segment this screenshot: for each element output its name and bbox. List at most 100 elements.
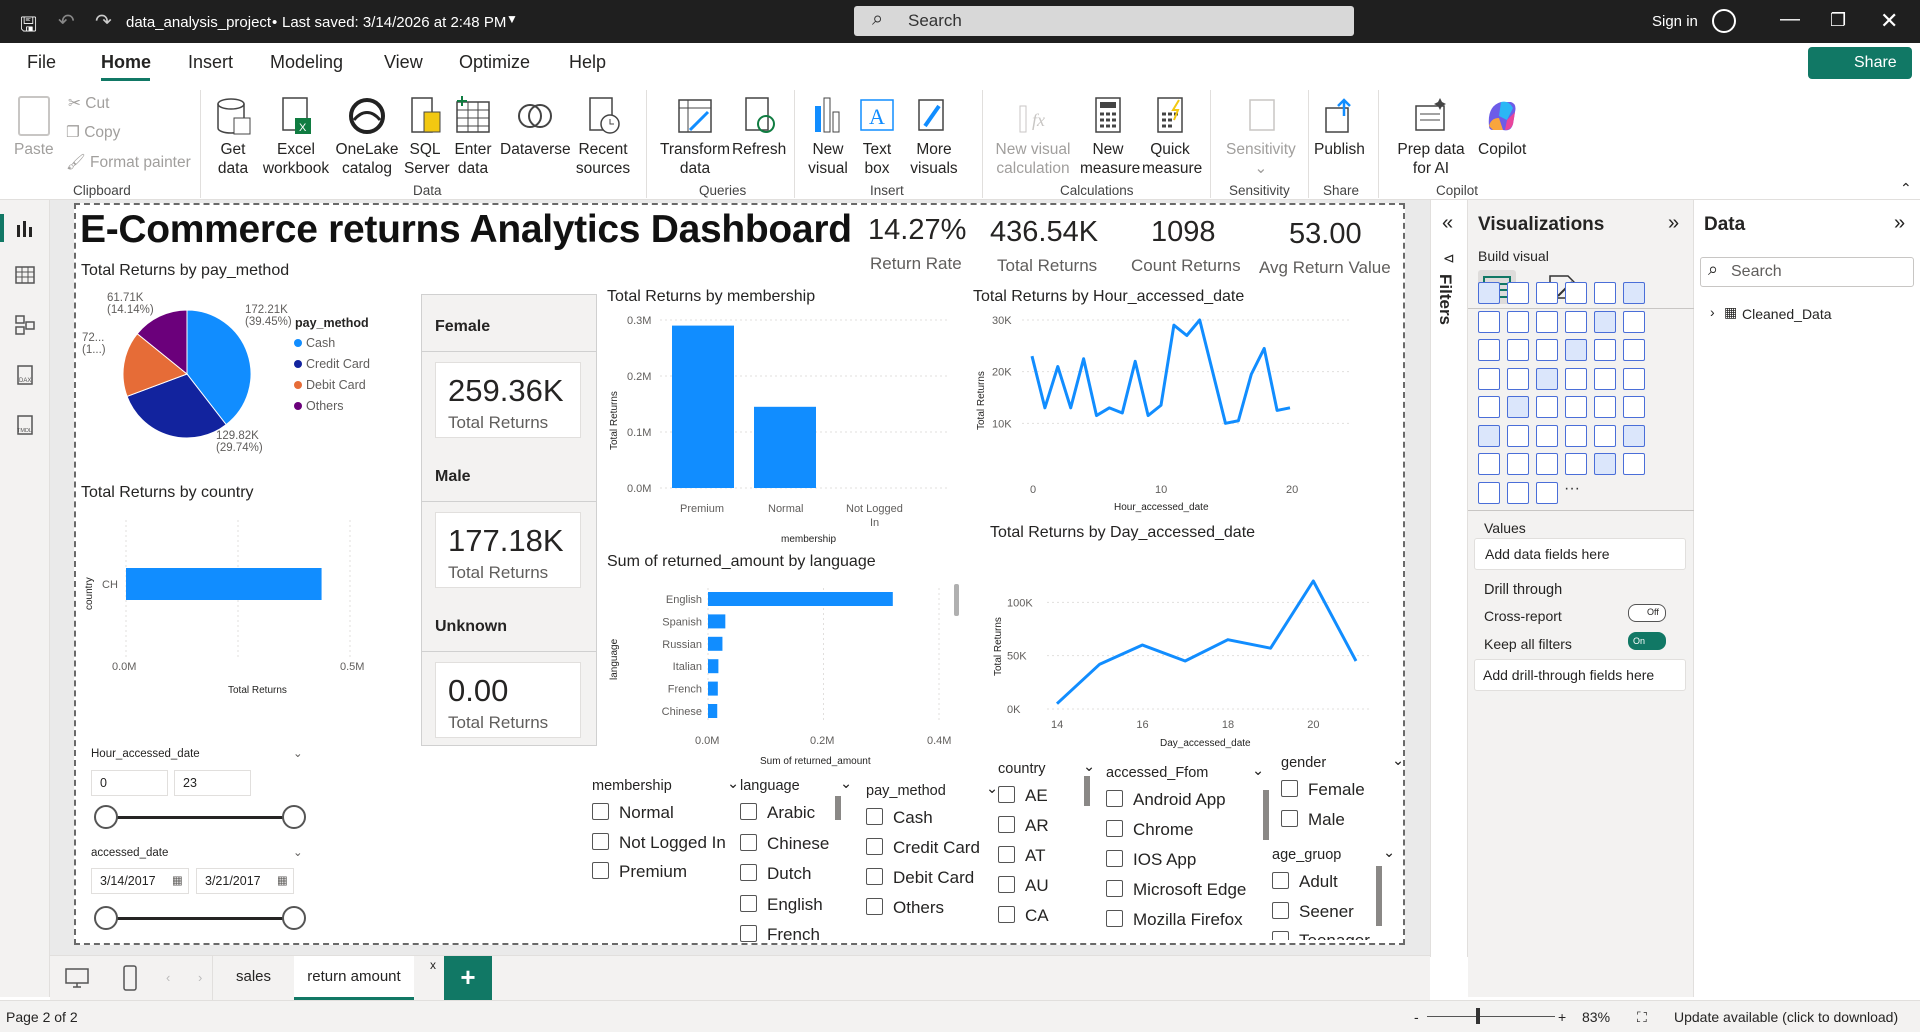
- multi-card-visual-icon[interactable]: [1478, 396, 1500, 418]
- country-option[interactable]: AE: [998, 786, 1048, 806]
- filters-pane-collapsed[interactable]: « ⊲ Filters: [1430, 200, 1468, 957]
- copy-button[interactable]: ❐ Copy: [66, 123, 120, 142]
- funnel-visual-icon[interactable]: [1536, 339, 1558, 361]
- hour-min-input[interactable]: 0: [91, 770, 168, 796]
- accessed-from-option[interactable]: Mozilla Firefox: [1106, 910, 1243, 930]
- paginated-visual-icon[interactable]: [1623, 424, 1645, 447]
- 100-column-visual-icon[interactable]: [1623, 282, 1645, 304]
- data-table-cleaned[interactable]: Cleaned_Data: [1742, 306, 1832, 322]
- bar-normal[interactable]: [754, 406, 816, 488]
- zoom-slider-handle[interactable]: [1476, 1008, 1480, 1024]
- gender-option[interactable]: Female: [1281, 780, 1365, 800]
- bar-english[interactable]: [708, 592, 893, 606]
- more-visuals-button[interactable]: More visuals: [902, 96, 966, 178]
- filled-map-visual-icon[interactable]: [1536, 367, 1558, 390]
- cross-report-toggle[interactable]: Off: [1628, 604, 1666, 622]
- new-visual-button[interactable]: New visual: [808, 96, 848, 178]
- fit-page-icon[interactable]: ⛶: [1637, 1009, 1647, 1026]
- recent-sources-button[interactable]: Recent sources: [571, 96, 635, 178]
- slicer-scrollbar[interactable]: [1084, 776, 1090, 806]
- more-visuals-icon[interactable]: ···: [1564, 480, 1580, 498]
- chevron-down-icon[interactable]: ⌄: [293, 845, 303, 859]
- signin-link[interactable]: Sign in: [1652, 13, 1698, 30]
- date-slider-from-handle[interactable]: [94, 906, 118, 930]
- menu-file[interactable]: File: [27, 52, 56, 73]
- chevron-down-icon[interactable]: ⌄: [840, 776, 852, 792]
- quick-measure-button[interactable]: Quick measure: [1142, 96, 1202, 178]
- membership-bar-chart[interactable]: 0.0M 0.1M 0.2M 0.3M Premium Normal Not Logged I…: [605, 310, 965, 550]
- menu-view[interactable]: View: [384, 52, 423, 73]
- copilot-button[interactable]: Copilot: [1478, 96, 1526, 159]
- country-option[interactable]: AU: [998, 876, 1049, 896]
- language-scrollbar[interactable]: [954, 584, 959, 616]
- bar-CH[interactable]: [126, 568, 322, 600]
- accessed-from-option[interactable]: IOS App: [1106, 850, 1196, 870]
- close-tab-icon[interactable]: x: [430, 958, 436, 972]
- clustered-column-visual-icon[interactable]: [1565, 282, 1587, 304]
- refresh-button[interactable]: Refresh: [732, 96, 786, 159]
- narrative-visual-icon[interactable]: [1594, 424, 1616, 447]
- transform-data-button[interactable]: Transform data: [660, 96, 730, 178]
- chevron-down-icon[interactable]: ⌄: [1083, 759, 1095, 775]
- collapse-ribbon-icon[interactable]: ⌃: [1900, 180, 1912, 197]
- language-option[interactable]: English: [740, 895, 823, 915]
- hour-slider-min-handle[interactable]: [94, 805, 118, 829]
- sql-server-button[interactable]: SQL Server: [404, 96, 450, 178]
- waterfall-visual-icon[interactable]: [1507, 339, 1529, 361]
- calendar-icon[interactable]: ▦: [172, 873, 183, 887]
- line-clustered-visual-icon[interactable]: [1623, 310, 1645, 333]
- key-influencers-visual-icon[interactable]: [1507, 424, 1529, 447]
- language-option[interactable]: Arabic: [740, 803, 815, 823]
- ribbon-visual-icon[interactable]: [1478, 339, 1500, 361]
- slicer-scrollbar[interactable]: [1376, 866, 1382, 926]
- language-option[interactable]: Dutch: [740, 864, 811, 884]
- qa-visual-icon[interactable]: [1565, 424, 1587, 447]
- r-visual-visual-icon[interactable]: [1623, 396, 1645, 418]
- pay-method-option[interactable]: Debit Card: [866, 868, 974, 888]
- mobile-layout-icon[interactable]: [122, 964, 138, 992]
- project-name[interactable]: data_analysis_project: [126, 14, 271, 31]
- collapse-data-icon[interactable]: »: [1894, 212, 1905, 235]
- slicer-scrollbar[interactable]: [1263, 790, 1269, 840]
- stacked-area-visual-icon[interactable]: [1536, 310, 1558, 333]
- membership-option[interactable]: Premium: [592, 862, 687, 882]
- chevron-down-icon[interactable]: ⌄: [293, 746, 303, 760]
- legend-item[interactable]: Debit Card: [294, 378, 370, 399]
- get-data-button[interactable]: Get data: [212, 96, 254, 178]
- table-visual-icon[interactable]: [1565, 396, 1587, 418]
- age-group-option[interactable]: Teenager: [1272, 931, 1370, 940]
- next-page-icon[interactable]: ›: [198, 970, 202, 985]
- zoom-out-button[interactable]: -: [1414, 1009, 1419, 1025]
- country-option[interactable]: AR: [998, 816, 1049, 836]
- save-icon[interactable]: 🖫: [20, 10, 37, 44]
- decomposition-tree-visual-icon[interactable]: [1536, 424, 1558, 447]
- hour-max-input[interactable]: 23: [174, 770, 251, 796]
- date-slider-to-handle[interactable]: [282, 906, 306, 930]
- scatter-visual-icon[interactable]: [1565, 339, 1587, 361]
- legend-item[interactable]: Credit Card: [294, 357, 370, 378]
- clustered-bar-visual-icon[interactable]: [1536, 282, 1558, 304]
- python-visual-visual-icon[interactable]: [1478, 424, 1500, 447]
- new-visual-calc-button[interactable]: fx New visual calculation: [990, 96, 1076, 178]
- line-visual-icon[interactable]: [1478, 310, 1500, 333]
- hour-slider-max-handle[interactable]: [282, 805, 306, 829]
- chevron-down-icon[interactable]: ⌄: [727, 776, 739, 792]
- redo-icon[interactable]: ↷: [95, 9, 112, 34]
- accessed-from-option[interactable]: Microsoft Edge: [1106, 880, 1246, 900]
- data-search-input[interactable]: Search: [1700, 257, 1914, 287]
- country-option[interactable]: CA: [998, 906, 1049, 926]
- membership-option[interactable]: Not Logged In: [592, 833, 726, 853]
- hour-line-chart[interactable]: 10K 20K 30K 0 10 20 Hour_accessed_date Total Re…: [970, 310, 1390, 520]
- area-visual-icon[interactable]: [1507, 310, 1529, 333]
- bar-chinese[interactable]: [708, 704, 718, 718]
- chevron-down-icon[interactable]: ⌄: [1392, 753, 1404, 769]
- country-bar-chart[interactable]: CH 0.0M 0.5M Total Returns country: [80, 510, 380, 710]
- image-visual-icon[interactable]: [1623, 453, 1645, 475]
- cut-button[interactable]: ✂ Cut: [68, 94, 109, 113]
- language-bar-chart[interactable]: English Spanish Russian Italian French Chines…: [605, 580, 965, 770]
- line-column-visual-icon[interactable]: [1594, 310, 1616, 333]
- update-notice[interactable]: Update available (click to download): [1674, 1009, 1898, 1025]
- onelake-button[interactable]: OneLake catalog: [335, 96, 399, 178]
- smart-narrative-visual-icon[interactable]: [1536, 481, 1558, 504]
- line-series[interactable]: [1030, 318, 1291, 425]
